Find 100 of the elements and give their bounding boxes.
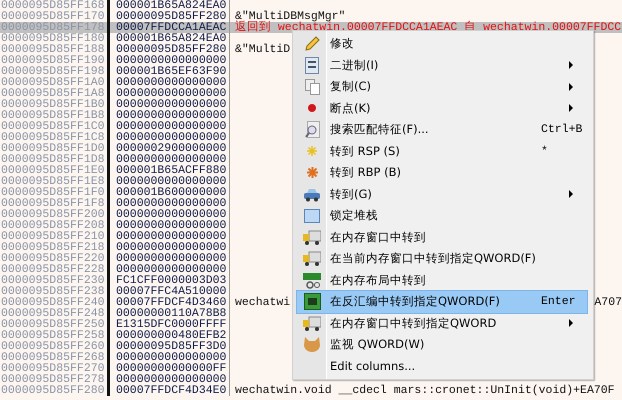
value-cell: 000000000480EFB2 [110,330,230,341]
comment-cell: wechatwi [235,297,290,308]
address-cell: 0000095D85FF1B0 [0,99,110,110]
menu-item[interactable]: 搜索匹配特征(F)... Ctrl+B [297,119,587,140]
truck-icon [303,251,321,266]
address-cell: 0000095D85FF168 [0,0,110,11]
value-cell: E1315DFC0000FFFF [110,319,230,330]
value-cell: 00000095D85FF3D0 [110,341,230,352]
menu-item-label: 复制(C) [330,79,372,94]
value-cell: 0000000000000000 [110,132,230,143]
address-cell: 0000095D85FF1F0 [0,187,110,198]
menu-item[interactable]: 断点(K) [297,98,587,119]
address-cell: 0000095D85FF208 [0,220,110,231]
comment-cell: A707 [594,297,622,308]
value-cell: 00007FFDCCA1AEAC [110,22,230,33]
address-cell: 0000095D85FF238 [0,286,110,297]
value-cell: 0000000000000000 [110,110,230,121]
menu-item[interactable]: 转到 RSP (S) * [297,140,587,162]
value-cell: 0000002900000000 [110,143,230,154]
menu-item-label: 在内存窗口中转到 [330,230,426,245]
value-cell: 0000000000000000 [110,198,230,209]
value-cell: 0000000000000000 [110,99,230,110]
menu-item[interactable]: 二进制(I) [297,54,587,76]
address-cell: 0000095D85FF240 [0,297,110,308]
menu-item[interactable]: 在当前内存窗口中转到指定QWORD(F) [297,248,587,270]
submenu-arrow-icon [569,319,573,328]
copy-icon [304,78,320,95]
shortcut-label: Ctrl+B [541,123,582,136]
address-cell: 0000095D85FF1C0 [0,121,110,132]
truck-icon [303,316,321,331]
value-cell: 0000000000000000 [110,253,230,264]
address-cell: 0000095D85FF220 [0,253,110,264]
address-cell: 0000095D85FF270 [0,363,110,374]
value-cell: 0000000000000000 [110,264,230,275]
value-cell: 0000000000000000 [110,121,230,132]
value-cell: FC1CFF0000003D03 [110,275,230,286]
pencil-icon [304,36,320,52]
car-icon [303,186,321,202]
address-cell: 0000095D85FF250 [0,319,110,330]
menu-item[interactable]: 在内存布局中转到 [297,270,587,291]
menu-item-label: 在内存窗口中转到指定QWORD [330,316,496,331]
address-cell: 0000095D85FF260 [0,341,110,352]
submenu-arrow-icon [569,104,573,112]
shortcut-label: Enter [541,295,576,308]
menu-item[interactable]: 锁定堆栈 [297,205,587,226]
value-cell: 0000000000000000 [110,209,230,220]
menu-item-label: 在反汇编中转到指定QWORD(F) [330,294,500,310]
comment-cell: &"MultiD [235,44,290,55]
menu-item[interactable]: 转到(G) [297,184,587,205]
submenu-arrow-icon [569,82,573,91]
value-cell: 000001B65A824EA0 [110,0,230,11]
sparkle-icon [307,146,317,156]
menu-item[interactable]: 复制(C) [297,76,587,98]
menu-item[interactable]: 转到 RBP (B) [297,162,587,184]
menu-item[interactable]: 修改 [297,33,587,54]
truck-icon [303,230,321,245]
value-cell: 000001B65A824EA0 [110,33,230,44]
menu-item[interactable]: 在内存窗口中转到指定QWORD [297,312,587,334]
value-cell: 0000000000000000 [110,231,230,242]
breakpoint-icon [308,104,316,112]
address-cell: 0000095D85FF1C8 [0,132,110,143]
value-cell: 00007FFDCF4D34E0 [110,385,230,396]
menu-item-label: 二进制(I) [330,58,378,73]
menu-item-label: Edit columns... [330,359,416,374]
animal-head-icon [303,336,321,354]
menu-item-label: 转到 RBP (B) [330,165,401,180]
address-cell: 0000095D85FF210 [0,231,110,242]
comment-cell: &"MultiDBMsgMgr" [235,11,346,22]
memory-chip-icon [303,272,321,289]
window-icon [304,208,320,223]
sparkle-icon [306,167,318,178]
menu-item-label: 在当前内存窗口中转到指定QWORD(F) [330,251,536,266]
address-cell: 0000095D85FF1E8 [0,176,110,187]
address-cell: 0000095D85FF1B8 [0,110,110,121]
submenu-arrow-icon [569,61,573,70]
chip-icon [304,293,320,310]
binary-file-icon [305,56,319,74]
value-cell: 00000000110A78B8 [110,308,230,319]
value-cell: 00007FFC4A510000 [110,286,230,297]
menu-item-label: 搜索匹配特征(F)... [330,122,429,138]
value-cell: 0000000000000000 [110,154,230,165]
menu-item[interactable]: 在反汇编中转到指定QWORD(F) Enter [297,291,587,312]
address-cell: 0000095D85FF180 [0,33,110,44]
menu-item-label: 转到 RSP (S) [330,144,400,159]
menu-item-label: 断点(K) [330,100,371,116]
menu-item[interactable]: 监视 QWORD(W) [297,334,587,356]
value-cell: 0000000000000000 [110,352,230,363]
address-cell: 0000095D85FF200 [0,209,110,220]
address-cell: 0000095D85FF1F8 [0,198,110,209]
menu-item[interactable]: 在内存窗口中转到 [297,226,587,248]
value-cell: 0000000000000000 [110,77,230,88]
menu-item[interactable]: Edit columns... [297,356,587,377]
value-cell: 000001B65ACFF880 [110,165,230,176]
value-cell: 000001B65EF63F90 [110,66,230,77]
menu-item-label: 监视 QWORD(W) [330,337,424,352]
value-cell: 0000000000000000 [110,88,230,99]
address-cell: 0000095D85FF198 [0,66,110,77]
address-cell: 0000095D85FF1A0 [0,77,110,88]
value-cell: 0000000000000000 [110,374,230,385]
menu-item-label: 在内存布局中转到 [330,272,426,288]
